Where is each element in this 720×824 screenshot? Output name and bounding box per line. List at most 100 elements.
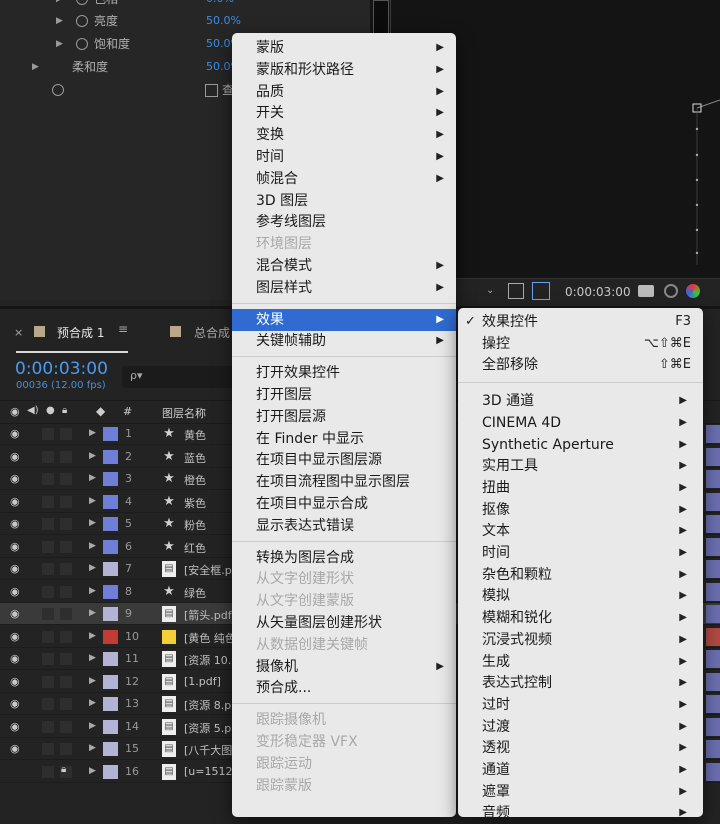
lock-toggle[interactable] bbox=[60, 743, 72, 755]
audio-column-icon[interactable]: ◀) bbox=[27, 405, 39, 416]
label-color-swatch[interactable] bbox=[103, 562, 118, 576]
solo-toggle[interactable] bbox=[42, 608, 54, 620]
lock-toggle[interactable] bbox=[60, 473, 72, 485]
chevron-down-icon[interactable]: ⌄ bbox=[486, 285, 494, 296]
expand-triangle-icon[interactable]: ▶ bbox=[89, 496, 96, 506]
tab-precomp-1[interactable]: 预合成 1 bbox=[57, 324, 104, 341]
lock-toggle[interactable] bbox=[60, 720, 72, 733]
fx-value[interactable]: 50.0% bbox=[206, 10, 241, 32]
menu-item[interactable]: 过时 ▶ bbox=[458, 694, 703, 716]
search-input[interactable]: ρ▾ bbox=[122, 366, 242, 388]
stopwatch-icon[interactable] bbox=[76, 15, 88, 27]
menu-item[interactable]: 3D 通道 ▶ bbox=[458, 390, 703, 412]
expand-triangle-icon[interactable]: ▶ bbox=[89, 698, 96, 708]
label-color-swatch[interactable] bbox=[103, 697, 118, 711]
label-color-swatch[interactable] bbox=[103, 607, 118, 621]
expand-triangle-icon[interactable]: ▶ bbox=[89, 766, 96, 776]
lock-toggle[interactable] bbox=[60, 518, 72, 530]
grid-toggle-icon[interactable] bbox=[532, 282, 550, 300]
menu-item[interactable]: 音频 ▶ bbox=[458, 802, 703, 824]
menu-item[interactable]: 扭曲 ▶ bbox=[458, 477, 703, 499]
menu-item[interactable]: 全部移除 ⇧⌘E bbox=[458, 354, 703, 376]
visibility-eye-icon[interactable]: ◉ bbox=[10, 517, 20, 530]
fx-value[interactable]: 0.0% bbox=[206, 0, 234, 10]
expand-triangle-icon[interactable]: ▶ bbox=[56, 0, 63, 10]
layer-bar[interactable] bbox=[706, 695, 720, 713]
menu-item[interactable]: 沉浸式视频 ▶ bbox=[458, 629, 703, 651]
label-color-swatch[interactable] bbox=[103, 494, 118, 509]
visibility-eye-icon[interactable]: ◉ bbox=[10, 720, 20, 733]
visibility-eye-icon[interactable]: ◉ bbox=[10, 427, 20, 440]
label-color-swatch[interactable] bbox=[103, 674, 118, 689]
expand-triangle-icon[interactable]: ▶ bbox=[56, 10, 63, 32]
solo-toggle[interactable] bbox=[42, 563, 54, 575]
visibility-eye-icon[interactable]: ◉ bbox=[10, 742, 20, 755]
region-icon[interactable] bbox=[508, 283, 524, 299]
solo-toggle[interactable] bbox=[42, 585, 54, 598]
lock-toggle[interactable] bbox=[60, 428, 72, 440]
layer-name[interactable]: 黄色 bbox=[184, 427, 206, 443]
menu-item[interactable]: 显示表达式错误 bbox=[232, 515, 456, 537]
checkbox[interactable] bbox=[205, 84, 218, 97]
menu-item[interactable]: 实用工具 ▶ bbox=[458, 455, 703, 477]
menu-item[interactable]: 品质 ▶ bbox=[232, 81, 456, 103]
menu-item[interactable]: 变换 ▶ bbox=[232, 124, 456, 146]
lock-column-icon[interactable]: 🔒︎ bbox=[62, 405, 67, 416]
layer-name[interactable]: 紫色 bbox=[184, 495, 206, 511]
expand-triangle-icon[interactable]: ▶ bbox=[56, 33, 63, 55]
menu-item[interactable]: 从矢量图层创建形状 bbox=[232, 612, 456, 634]
menu-item[interactable]: 打开图层 bbox=[232, 384, 456, 406]
label-color-swatch[interactable] bbox=[103, 449, 118, 464]
layer-bar[interactable] bbox=[706, 605, 720, 623]
expand-triangle-icon[interactable]: ▶ bbox=[89, 518, 96, 528]
layer-bar[interactable] bbox=[706, 425, 720, 443]
menu-item[interactable]: 模糊和锐化 ▶ bbox=[458, 607, 703, 629]
menu-item[interactable]: 透视 ▶ bbox=[458, 737, 703, 759]
menu-item[interactable]: 抠像 ▶ bbox=[458, 499, 703, 521]
layer-bar[interactable] bbox=[706, 515, 720, 533]
layer-bar[interactable] bbox=[706, 627, 720, 646]
stopwatch-icon[interactable] bbox=[52, 84, 64, 96]
visibility-eye-icon[interactable]: ◉ bbox=[10, 675, 20, 688]
menu-item[interactable]: 蒙版和形状路径 ▶ bbox=[232, 59, 456, 81]
expand-triangle-icon[interactable]: ▶ bbox=[89, 608, 96, 618]
channel-icon[interactable] bbox=[686, 284, 700, 298]
menu-item[interactable]: 生成 ▶ bbox=[458, 651, 703, 673]
label-color-swatch[interactable] bbox=[103, 472, 118, 486]
solo-toggle[interactable] bbox=[42, 630, 54, 643]
layer-name[interactable]: 绿色 bbox=[184, 585, 206, 601]
expand-triangle-icon[interactable]: ▶ bbox=[89, 653, 96, 663]
timeline-timecode[interactable]: 0:00:03:00 bbox=[15, 359, 108, 379]
menu-item[interactable]: 打开效果控件 bbox=[232, 362, 456, 384]
solo-toggle[interactable] bbox=[42, 720, 54, 733]
expand-triangle-icon[interactable]: ▶ bbox=[89, 586, 96, 596]
menu-item[interactable]: 通道 ▶ bbox=[458, 759, 703, 781]
menu-item[interactable]: 效果 ▶ bbox=[232, 308, 456, 331]
visibility-eye-icon[interactable]: ◉ bbox=[10, 562, 20, 575]
tab-master-comp[interactable]: 总合成 bbox=[194, 324, 230, 341]
label-color-swatch[interactable] bbox=[103, 629, 118, 644]
solo-toggle[interactable] bbox=[42, 540, 54, 553]
visibility-eye-icon[interactable]: ◉ bbox=[10, 540, 20, 553]
menu-item[interactable]: 混合模式 ▶ bbox=[232, 255, 456, 277]
layer-name[interactable]: [箭头.pdf] bbox=[184, 607, 236, 623]
menu-item[interactable]: 在 Finder 中显示 bbox=[232, 428, 456, 450]
label-color-swatch[interactable] bbox=[103, 652, 118, 666]
solo-toggle[interactable] bbox=[42, 428, 54, 440]
label-color-swatch[interactable] bbox=[103, 584, 118, 599]
solo-toggle[interactable] bbox=[42, 518, 54, 530]
lock-toggle[interactable] bbox=[60, 450, 72, 463]
close-icon[interactable]: × bbox=[14, 326, 23, 339]
menu-item[interactable]: 打开图层源 bbox=[232, 406, 456, 428]
solo-toggle[interactable] bbox=[42, 743, 54, 755]
expand-triangle-icon[interactable]: ▶ bbox=[89, 563, 96, 573]
menu-item[interactable]: 过渡 ▶ bbox=[458, 716, 703, 738]
solo-toggle[interactable] bbox=[42, 495, 54, 508]
layer-bar[interactable] bbox=[706, 537, 720, 556]
camera-icon[interactable] bbox=[638, 285, 654, 297]
fx-row-hue[interactable]: ▶ 色相 0.0% bbox=[56, 0, 366, 10]
layer-bar[interactable] bbox=[706, 650, 720, 668]
expand-triangle-icon[interactable]: ▶ bbox=[89, 676, 96, 686]
label-color-swatch[interactable] bbox=[103, 427, 118, 441]
visibility-eye-icon[interactable]: ◉ bbox=[10, 607, 20, 620]
